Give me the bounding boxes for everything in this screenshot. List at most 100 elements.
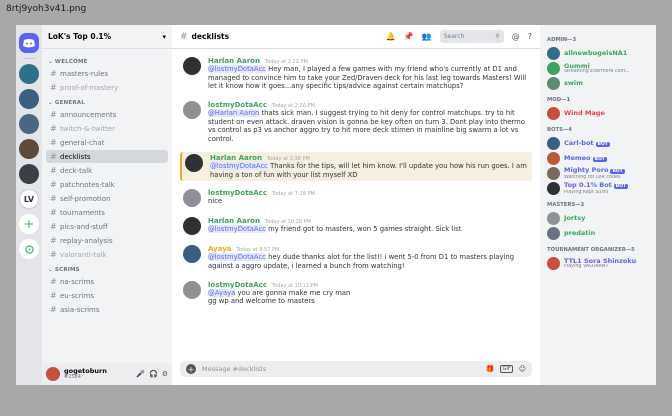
channel-name: patchnotes-talk (60, 180, 115, 189)
channel-item[interactable]: # general-chat (46, 136, 168, 149)
attach-button[interactable]: + (186, 364, 196, 374)
user-mention[interactable]: @Harlan Aaron (208, 109, 260, 118)
server-icon-lv[interactable]: LV (19, 189, 39, 209)
avatar[interactable] (183, 280, 201, 299)
pin-icon[interactable]: 📌 (404, 32, 414, 41)
avatar[interactable] (183, 245, 201, 264)
search-input[interactable]: Search ⚲ (439, 30, 504, 43)
channel-item[interactable]: # replay-analysis (46, 234, 168, 247)
channel-category[interactable]: ⌄ SCRIMS (48, 267, 168, 273)
user-mention[interactable]: @lostmyDotaAcc (208, 65, 266, 73)
hashtag-icon: # (50, 166, 57, 175)
channel-item[interactable]: # valoranti-talk (46, 248, 168, 261)
channel-item[interactable]: # twitch-&-twitter (46, 122, 168, 135)
gift-icon[interactable]: 🎁 (486, 365, 495, 373)
headphones-icon[interactable]: 🎧 (149, 370, 158, 378)
home-button[interactable] (19, 33, 39, 53)
gif-icon[interactable]: GIF (500, 365, 513, 373)
hashtag-icon: # (180, 31, 188, 42)
message-header: lostmyDotaAcc Today at 2:26 PM (208, 101, 529, 109)
message-timestamp: Today at 10:11 PM (271, 282, 318, 289)
message: Harlan Aaron Today at 10:28 PM @lostmyDota… (180, 215, 532, 237)
member-item[interactable]: Memeo BOT (544, 151, 652, 166)
message: lostmyDotaAcc Today at 7:28 PM nice (180, 187, 532, 209)
server-icon[interactable] (19, 164, 39, 184)
avatar (547, 137, 560, 150)
user-mention[interactable]: @Ayaya (208, 288, 236, 297)
member-item[interactable]: Top 0.1% Bot BOT Playing Kept Sushi (544, 181, 652, 196)
channel-category[interactable]: ⌄ GENERAL (48, 100, 168, 106)
member-item[interactable]: Carl-bot BOT (544, 136, 652, 151)
message-timestamp: Today at 2:38 PM (266, 155, 310, 162)
server-icon[interactable] (19, 114, 39, 134)
message-author[interactable]: Harlan Aaron (208, 57, 260, 65)
channel-item[interactable]: # deck-talk (46, 164, 168, 177)
channel-item[interactable]: # announcements (46, 108, 168, 121)
avatar[interactable] (183, 217, 201, 236)
channel-name: asia-scrims (60, 305, 100, 314)
server-icon[interactable] (19, 89, 39, 109)
member-item[interactable]: swim (544, 76, 652, 91)
channel-item[interactable]: # na-scrims (46, 275, 168, 288)
member-item[interactable]: Wind Mage (544, 106, 652, 121)
user-mention[interactable]: @lostmyDotaAcc (208, 225, 266, 234)
channel-item[interactable]: # tournaments (46, 206, 168, 219)
user-mention[interactable]: @lostmyDotaAcc (210, 161, 268, 170)
member-item[interactable]: TTL1 Sora Shinzoku Playing VALORANT (544, 256, 652, 271)
members-icon[interactable]: 👥 (422, 32, 432, 41)
member-item[interactable]: Mighty Poro BOT Watching for LoR codes (544, 166, 652, 181)
message-text: @lostmyDotaAcc Hey man, I played a few g… (208, 65, 527, 91)
add-server-button[interactable]: + (19, 214, 39, 234)
member-item[interactable]: predatin (544, 226, 652, 241)
channel-category[interactable]: ⌄ WELCOME (48, 59, 168, 65)
member-group-heading: MASTERS—2 (547, 202, 585, 208)
channel-item[interactable]: # decklists (46, 150, 168, 163)
emoji-icon[interactable]: ☺ (519, 365, 526, 373)
help-icon[interactable]: ? (528, 32, 532, 41)
message-author[interactable]: Harlan Aaron (210, 154, 262, 162)
member-name: Gummi (564, 62, 590, 70)
avatar[interactable] (183, 189, 201, 208)
channel-item[interactable]: # self-promotion (46, 192, 168, 205)
gear-icon[interactable]: ⚙ (162, 370, 168, 378)
member-texts: swim (564, 80, 583, 87)
server-icon[interactable] (19, 139, 39, 159)
channel-item[interactable]: # pics-and-stuff (46, 220, 168, 233)
inbox-icon[interactable]: @ (512, 32, 520, 41)
hashtag-icon: # (50, 222, 57, 231)
message-author[interactable]: lostmyDotaAcc (208, 281, 267, 289)
avatar[interactable] (185, 153, 203, 172)
member-item[interactable]: Jortsy (544, 211, 652, 226)
channel-item[interactable]: # eu-scrims (46, 289, 168, 302)
bot-badge: BOT (592, 156, 607, 162)
channel-item[interactable]: # masters-rules (46, 67, 168, 80)
channel-name: valoranti-talk (60, 250, 107, 259)
message-author[interactable]: Harlan Aaron (208, 217, 260, 225)
message-composer[interactable]: + Message #decklists 🎁 GIF ☺ (180, 361, 532, 377)
explore-servers-button[interactable] (19, 239, 39, 259)
message-body: Harlan Aaron Today at 10:28 PM @lostmyDota… (208, 217, 529, 235)
channel-item[interactable]: # asia-scrims (46, 303, 168, 316)
avatar[interactable] (183, 57, 201, 75)
member-name: Carl-bot BOT (564, 139, 610, 147)
message-author[interactable]: lostmyDotaAcc (208, 189, 267, 197)
compass-icon (24, 244, 34, 254)
member-item[interactable]: Gummi Streaming Evermore cont... (544, 61, 652, 76)
channel-name: general-chat (60, 138, 105, 147)
channel-item[interactable]: # patchnotes-talk (46, 178, 168, 191)
channel-item[interactable]: # proof-of-mastery (46, 81, 168, 94)
bell-icon[interactable]: 🔔 (386, 32, 396, 41)
member-group-heading: MOD—1 (547, 97, 571, 103)
avatar[interactable] (183, 101, 201, 120)
server-header[interactable]: LoK's Top 0.1% ▾ (42, 25, 172, 49)
server-icon[interactable] (19, 64, 39, 84)
member-item[interactable]: allnewbugeisNA1 (544, 46, 652, 61)
avatar[interactable] (46, 367, 60, 381)
user-mention[interactable]: @lostmyDotaAcc (208, 253, 266, 262)
channel-list: ⌄ WELCOME # masters-rules # proof-of-mastery… (42, 49, 172, 363)
mic-icon[interactable]: 🎤 (136, 370, 145, 378)
message-header: lostmyDotaAcc Today at 10:11 PM (208, 281, 529, 289)
member-texts: Top 0.1% Bot BOT Playing Kept Sushi (564, 182, 629, 195)
message-author[interactable]: lostmyDotaAcc (208, 101, 267, 109)
message-author[interactable]: Ayaya (208, 245, 232, 253)
